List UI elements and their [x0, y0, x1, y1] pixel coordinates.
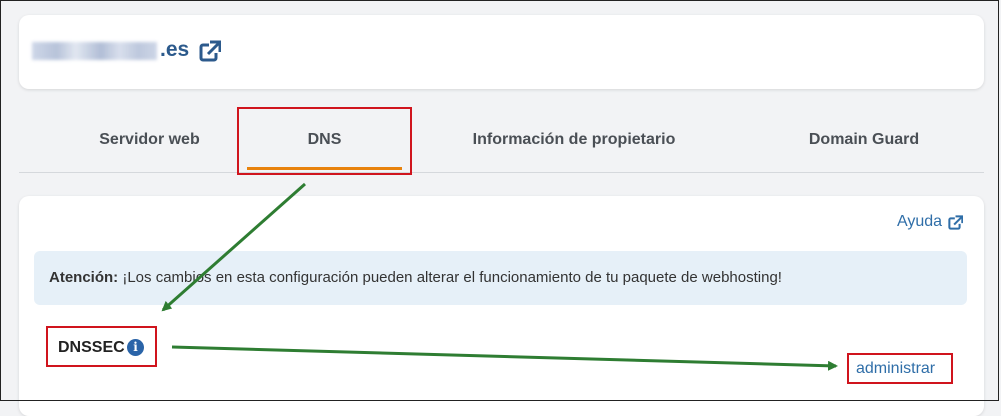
tab-label: Servidor web	[99, 131, 200, 148]
external-link-icon[interactable]	[948, 215, 963, 230]
warning-alert: Atención: ¡Los cambios en esta configura…	[34, 251, 967, 305]
external-link-icon[interactable]	[199, 40, 221, 62]
tab-label: Domain Guard	[808, 131, 920, 148]
tab-label: Información de propietario	[472, 131, 676, 148]
tab-informacion-propietario[interactable]: Información de propietario	[434, 100, 714, 172]
settings-tabs: Servidor web DNS Información de propieta…	[19, 100, 984, 173]
tab-label: DNS	[307, 131, 342, 148]
tab-dns[interactable]: DNS	[237, 100, 412, 172]
tab-domain-guard[interactable]: Domain Guard	[774, 100, 954, 172]
redacted-domain-name	[32, 42, 157, 60]
help-link[interactable]: Ayuda	[897, 213, 942, 231]
dns-settings-panel	[19, 196, 984, 416]
dnssec-label: DNSSEC	[58, 339, 125, 356]
info-icon[interactable]: i	[127, 339, 144, 356]
domain-suffix: .es	[160, 38, 190, 61]
alert-prefix: Atención:	[49, 269, 119, 286]
tab-servidor-web[interactable]: Servidor web	[47, 100, 252, 172]
active-tab-indicator	[247, 167, 402, 170]
alert-message: ¡Los cambios en esta configuración puede…	[122, 269, 782, 286]
administrar-link[interactable]: administrar	[856, 360, 935, 378]
